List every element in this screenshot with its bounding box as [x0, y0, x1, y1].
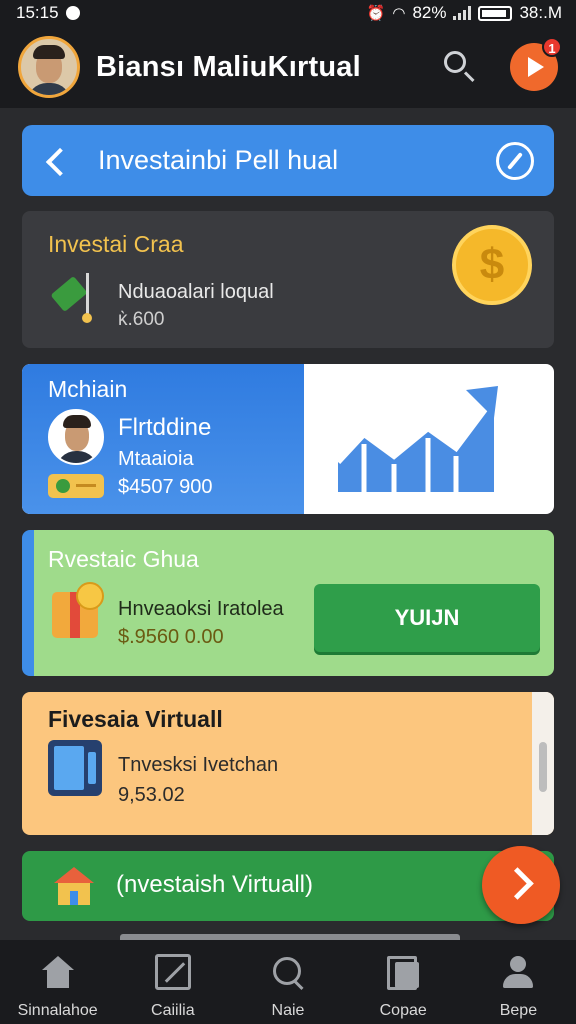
card-title: Fivesaia Virtuall — [48, 706, 223, 732]
battery-icon — [478, 5, 513, 21]
section-header: Investainbi Pell hual — [22, 125, 554, 196]
signal-icon — [453, 6, 472, 20]
growth-chart-icon — [335, 386, 498, 492]
nav-label: Caiilia — [151, 1002, 195, 1019]
investment-card-1[interactable]: Investai Craa Nduaoalari loqual ĸ̀.600 $ — [22, 211, 554, 348]
next-arrow-button[interactable] — [482, 846, 560, 924]
dollar-coin-icon: $ — [452, 225, 532, 305]
card-subtitle: Mtaaioia — [118, 448, 194, 470]
status-right-time: 38:.M — [519, 3, 562, 22]
battery-percent: 82% — [412, 3, 447, 22]
investment-card-2[interactable]: Mchiain Flrtddine Mtaaioia $4507 900 — [22, 364, 554, 514]
price-tag-icon — [50, 273, 94, 323]
card-action-button[interactable]: YUIJN — [314, 584, 540, 652]
card-subtitle: Hnveaoksi Iratolea — [118, 598, 284, 620]
app-bar: Biansı MaliuKırtual 1 — [0, 26, 576, 108]
home-icon — [40, 954, 76, 990]
main-content[interactable]: Investainbi Pell hual Investai Craa Ndua… — [0, 108, 576, 940]
tablet-icon — [48, 740, 102, 796]
nav-item-home[interactable]: Sinnalahoe — [0, 940, 115, 1024]
back-arrow-icon[interactable] — [42, 146, 72, 176]
alarm-icon: ⏰ — [366, 5, 386, 22]
user-avatar[interactable] — [18, 36, 80, 98]
status-bar: 15:15 ⏰ ◠ 82% 38:.M — [0, 0, 576, 26]
scrollbar[interactable] — [532, 692, 554, 835]
nav-item-chart[interactable]: Caiilia — [115, 940, 230, 1024]
section-title: Investainbi Pell hual — [98, 145, 339, 175]
card-title: Mchiain — [48, 376, 128, 402]
card-amount: $4507 900 — [118, 476, 213, 498]
user-icon — [500, 954, 536, 990]
copy-icon — [385, 954, 421, 990]
card-title: (nvestaish Virtuall) — [116, 871, 313, 898]
play-button[interactable]: 1 — [510, 37, 562, 91]
nav-item-profile[interactable]: Bepe — [461, 940, 576, 1024]
house-icon — [50, 867, 100, 907]
card-title: Rvestaic Ghua — [48, 546, 199, 572]
wallet-icon — [48, 474, 104, 498]
card-amount: ĸ̀.600 — [118, 309, 165, 330]
search-button[interactable] — [440, 47, 480, 87]
card-name: Flrtddine — [118, 414, 212, 441]
nav-label: Copae — [379, 1002, 427, 1019]
profile-avatar — [48, 409, 104, 465]
card-amount: $.9560 0.00 — [118, 626, 224, 648]
card-subtitle: Nduaoalari loqual — [118, 281, 274, 303]
gift-icon — [52, 582, 104, 638]
search-icon — [270, 954, 306, 990]
card-subtitle: Tnvesksi Ivetchan — [118, 754, 279, 776]
wifi-icon: ◠ — [392, 5, 406, 22]
nav-label: Sinnalahoe — [17, 1002, 98, 1019]
search-icon — [444, 51, 466, 73]
card-title: Investai Craa — [48, 231, 184, 257]
nav-item-search[interactable]: Naie — [230, 940, 345, 1024]
compass-icon[interactable] — [496, 141, 534, 180]
card-amount: 9,53.02 — [118, 784, 185, 806]
status-time: 15:15 — [16, 3, 59, 22]
app-title: Biansı MaliuKırtual — [96, 50, 361, 83]
notification-dot-icon — [65, 6, 80, 20]
notification-badge: 1 — [542, 37, 562, 57]
chart-icon — [154, 954, 191, 990]
investment-card-5[interactable]: (nvestaish Virtuall) — [22, 851, 554, 921]
investment-card-3[interactable]: Rvestaic Ghua Hnveaoksi Iratolea $.9560 … — [22, 530, 554, 676]
nav-item-copy[interactable]: Copae — [346, 940, 461, 1024]
nav-label: Naie — [271, 1002, 305, 1019]
nav-label: Bepe — [499, 1002, 538, 1019]
bottom-nav: Sinnalahoe Caiilia Naie Copae Bepe — [0, 940, 576, 1024]
investment-card-4[interactable]: Fivesaia Virtuall Tnvesksi Ivetchan 9,53… — [22, 692, 554, 835]
